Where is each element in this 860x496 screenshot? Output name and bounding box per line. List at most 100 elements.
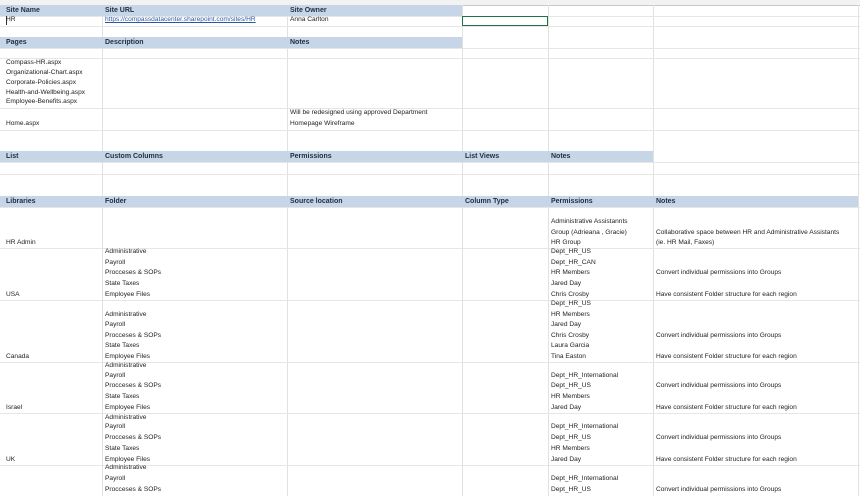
- permission-entry[interactable]: Jared Day: [551, 403, 581, 413]
- grid-line: [0, 162, 860, 163]
- library-canada[interactable]: Canada: [6, 352, 29, 362]
- spreadsheet-grid[interactable]: Site Name Site URL Site Owner HR https:/…: [0, 0, 860, 496]
- page-item-home[interactable]: Home.aspx: [6, 119, 39, 129]
- header-list-notes: Notes: [551, 153, 571, 160]
- library-uk[interactable]: UK: [6, 455, 15, 465]
- folder-entry[interactable]: Payroll: [105, 320, 125, 330]
- header-lib-notes: Notes: [656, 198, 676, 205]
- folder-entry[interactable]: Procceses & SOPs: [105, 485, 161, 495]
- folder-entry[interactable]: Payroll: [105, 371, 125, 381]
- folder-entry[interactable]: Administrative: [105, 361, 146, 371]
- header-folder: Folder: [105, 198, 127, 205]
- grid-line: [0, 130, 860, 131]
- permission-entry[interactable]: Dept_HR_US: [551, 247, 591, 257]
- grid-line: [0, 174, 860, 175]
- grid-line: [653, 5, 654, 496]
- header-notes: Notes: [290, 39, 310, 46]
- permission-entry[interactable]: Jared Day: [551, 455, 581, 465]
- grid-line: [462, 5, 463, 496]
- grid-line: [0, 300, 860, 301]
- folder-entry[interactable]: Employee Files: [105, 290, 150, 300]
- hr-admin-note-1[interactable]: Collaborative space between HR and Admin…: [656, 228, 839, 238]
- permission-entry[interactable]: Laura Garcia: [551, 341, 589, 351]
- permission-entry[interactable]: Administrative Assistannts: [551, 217, 628, 227]
- note-convert[interactable]: Convert individual permissions into Grou…: [656, 485, 781, 495]
- grid-line: [858, 5, 859, 496]
- grid-line: [102, 5, 103, 496]
- libraries-header-band: [0, 196, 858, 207]
- grid-line: [0, 48, 860, 49]
- folder-entry[interactable]: State Taxes: [105, 341, 139, 351]
- permission-entry[interactable]: HR Members: [551, 444, 590, 454]
- home-note-line-2[interactable]: Homepage Wireframe: [290, 119, 355, 129]
- permission-entry[interactable]: Jared Day: [551, 320, 581, 330]
- note-convert[interactable]: Convert individual permissions into Grou…: [656, 381, 781, 391]
- header-permissions: Permissions: [290, 153, 332, 160]
- permission-entry[interactable]: Dept_HR_US: [551, 299, 591, 309]
- grid-line: [0, 108, 860, 109]
- folder-entry[interactable]: State Taxes: [105, 392, 139, 402]
- header-custom-columns: Custom Columns: [105, 153, 163, 160]
- library-usa[interactable]: USA: [6, 290, 20, 300]
- folder-entry[interactable]: State Taxes: [105, 444, 139, 454]
- header-pages: Pages: [6, 39, 27, 46]
- folder-entry[interactable]: Payroll: [105, 258, 125, 268]
- page-item[interactable]: Compass-HR.aspx: [6, 58, 61, 68]
- permission-entry[interactable]: Dept_HR_CAN: [551, 258, 596, 268]
- header-column-type: Column Type: [465, 198, 509, 205]
- cell-site-owner[interactable]: Anna Carlton: [290, 15, 329, 25]
- folder-entry[interactable]: Employee Files: [105, 403, 150, 413]
- folder-entry[interactable]: Administrative: [105, 310, 146, 320]
- header-list: List: [6, 153, 19, 160]
- selected-cell[interactable]: [462, 16, 548, 26]
- note-convert[interactable]: Convert individual permissions into Grou…: [656, 331, 781, 341]
- note-consistent[interactable]: Have consistent Folder structure for eac…: [656, 455, 797, 465]
- folder-entry[interactable]: Payroll: [105, 422, 125, 432]
- header-lib-permissions: Permissions: [551, 198, 593, 205]
- page-item[interactable]: Organizational-Chart.aspx: [6, 68, 83, 78]
- permission-entry[interactable]: Jared Day: [551, 279, 581, 289]
- site-url-link[interactable]: https://compassdatacenter.sharepoint.com…: [105, 15, 256, 25]
- permission-entry[interactable]: HR Members: [551, 268, 590, 278]
- permission-entry[interactable]: Chris Crosby: [551, 331, 589, 341]
- page-item[interactable]: Employee-Benefits.aspx: [6, 97, 77, 107]
- folder-entry[interactable]: Procceses & SOPs: [105, 433, 161, 443]
- grid-line: [287, 5, 288, 496]
- folder-entry[interactable]: Procceses & SOPs: [105, 331, 161, 341]
- grid-line: [0, 58, 860, 59]
- note-consistent[interactable]: Have consistent Folder structure for eac…: [656, 290, 797, 300]
- note-convert[interactable]: Convert individual permissions into Grou…: [656, 433, 781, 443]
- permission-entry[interactable]: Dept_HR_International: [551, 422, 618, 432]
- grid-line: [0, 26, 860, 27]
- note-convert[interactable]: Convert individual permissions into Grou…: [656, 268, 781, 278]
- folder-entry[interactable]: State Taxes: [105, 279, 139, 289]
- permission-entry[interactable]: Dept_HR_International: [551, 474, 618, 484]
- grid-line: [548, 5, 549, 496]
- folder-entry[interactable]: Procceses & SOPs: [105, 268, 161, 278]
- library-israel[interactable]: Israel: [6, 403, 22, 413]
- permission-entry[interactable]: Dept_HR_US: [551, 381, 591, 391]
- header-libraries: Libraries: [6, 198, 36, 205]
- permission-entry[interactable]: Dept_HR_International: [551, 371, 618, 381]
- header-description: Description: [105, 39, 144, 46]
- folder-entry[interactable]: Administrative: [105, 247, 146, 257]
- cell-site-name[interactable]: HR: [6, 15, 16, 25]
- permission-entry[interactable]: Dept_HR_US: [551, 485, 591, 495]
- library-hr-admin[interactable]: HR Admin: [6, 238, 36, 248]
- folder-entry[interactable]: Payroll: [105, 474, 125, 484]
- header-list-views: List Views: [465, 153, 500, 160]
- permission-entry[interactable]: Dept_HR_US: [551, 433, 591, 443]
- permission-entry[interactable]: HR Members: [551, 310, 590, 320]
- folder-entry[interactable]: Administrative: [105, 463, 146, 473]
- page-item[interactable]: Corporate-Policies.aspx: [6, 78, 76, 88]
- folder-entry[interactable]: Procceses & SOPs: [105, 381, 161, 391]
- note-consistent[interactable]: Have consistent Folder structure for eac…: [656, 352, 797, 362]
- pages-header-band: [0, 37, 462, 48]
- permission-entry[interactable]: HR Members: [551, 392, 590, 402]
- header-source-location: Source location: [290, 198, 343, 205]
- hr-admin-note-2[interactable]: (ie. HR Mail, Faxes): [656, 238, 714, 248]
- permission-entry[interactable]: Tina Easton: [551, 352, 586, 362]
- note-consistent[interactable]: Have consistent Folder structure for eac…: [656, 403, 797, 413]
- home-note-line-1[interactable]: Will be redesigned using approved Depart…: [290, 108, 427, 118]
- permission-entry[interactable]: Group (Adrieana , Gracie): [551, 228, 627, 238]
